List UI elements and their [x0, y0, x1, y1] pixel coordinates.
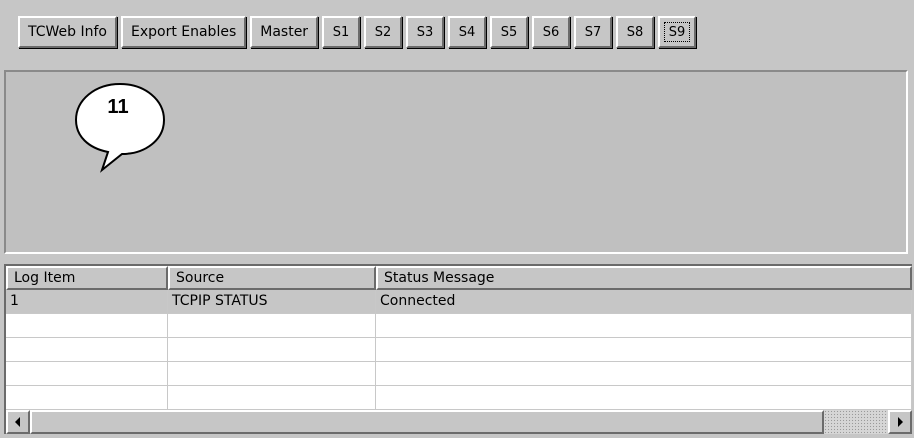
empty-cell — [6, 314, 168, 338]
s6-button[interactable]: S6 — [532, 16, 571, 48]
empty-cell — [376, 314, 912, 338]
s5-button[interactable]: S5 — [490, 16, 529, 48]
master-button[interactable]: Master — [250, 16, 319, 48]
horizontal-scrollbar[interactable] — [6, 410, 912, 434]
log-table: Log Item Source Status Message 1 TCPIP S… — [4, 264, 912, 434]
table-header: Log Item Source Status Message — [6, 266, 912, 290]
tcweb-window: TCWeb Info Export Enables Master S1 S2 S… — [0, 0, 914, 438]
scroll-track[interactable] — [824, 410, 888, 434]
callout-number: 11 — [107, 96, 129, 118]
s7-button[interactable]: S7 — [574, 16, 613, 48]
empty-cell — [376, 386, 912, 410]
s8-button[interactable]: S8 — [616, 16, 655, 48]
scroll-left-button[interactable] — [6, 410, 30, 434]
s4-button[interactable]: S4 — [448, 16, 487, 48]
s1-button[interactable]: S1 — [322, 16, 361, 48]
s3-button[interactable]: S3 — [406, 16, 445, 48]
table-row-empty[interactable] — [6, 314, 912, 338]
empty-cell — [376, 338, 912, 362]
scroll-thumb[interactable] — [30, 410, 824, 434]
export-enables-button[interactable]: Export Enables — [120, 16, 247, 48]
status-message-cell: Connected — [376, 290, 912, 314]
column-header-source[interactable]: Source — [168, 266, 376, 290]
empty-cell — [6, 362, 168, 386]
callout-bubble — [74, 82, 166, 173]
empty-cell — [6, 338, 168, 362]
s9-button[interactable]: S9 — [658, 16, 697, 48]
empty-cell — [6, 386, 168, 410]
table-row-empty[interactable] — [6, 386, 912, 410]
s2-button[interactable]: S2 — [364, 16, 403, 48]
table-row-empty[interactable] — [6, 362, 912, 386]
toolbar: TCWeb Info Export Enables Master S1 S2 S… — [18, 16, 697, 50]
arrow-left-icon — [15, 417, 20, 427]
scroll-right-button[interactable] — [888, 410, 912, 434]
table-row-empty[interactable] — [6, 338, 912, 362]
log-item-cell: 1 — [6, 290, 168, 314]
empty-cell — [168, 386, 376, 410]
column-header-status-message[interactable]: Status Message — [376, 266, 912, 290]
source-cell: TCPIP STATUS — [168, 290, 376, 314]
column-header-log-item[interactable]: Log Item — [6, 266, 168, 290]
empty-cell — [376, 362, 912, 386]
empty-cell — [168, 314, 376, 338]
tcweb-info-button[interactable]: TCWeb Info — [18, 16, 117, 48]
empty-cell — [168, 338, 376, 362]
empty-cell — [168, 362, 376, 386]
table-row[interactable]: 1 TCPIP STATUS Connected — [6, 290, 912, 314]
arrow-right-icon — [898, 417, 903, 427]
